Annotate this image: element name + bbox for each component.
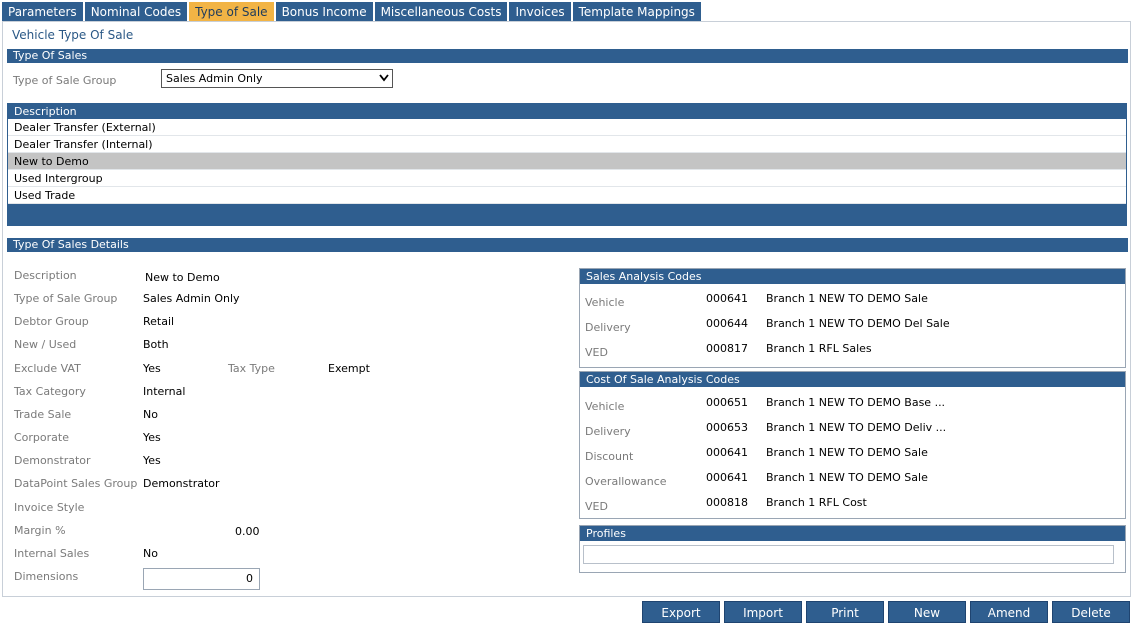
cost-vehicle-code: 000651: [706, 396, 748, 409]
demonstrator-value: Yes: [143, 454, 161, 467]
type-of-sales-details-header: Type Of Sales Details: [7, 238, 1128, 252]
page-title: Vehicle Type Of Sale: [12, 28, 134, 42]
sales-ved-label: VED: [585, 346, 608, 359]
cost-of-sale-analysis-codes-header: Cost Of Sale Analysis Codes: [580, 372, 1125, 387]
demonstrator-label: Demonstrator: [14, 454, 91, 467]
cost-overallowance-desc: Branch 1 NEW TO DEMO Sale: [766, 471, 928, 484]
margin-value: 0.00: [235, 525, 260, 538]
import-button[interactable]: Import: [724, 601, 802, 623]
debtor-group-label: Debtor Group: [14, 315, 89, 328]
new-used-label: New / Used: [14, 338, 77, 351]
cost-ved-label: VED: [585, 500, 608, 513]
cost-delivery-desc: Branch 1 NEW TO DEMO Deliv ...: [766, 421, 947, 434]
debtor-group-value: Retail: [143, 315, 175, 328]
sales-vehicle-desc: Branch 1 NEW TO DEMO Sale: [766, 292, 928, 305]
margin-label: Margin %: [14, 524, 66, 537]
chevron-down-icon: [379, 74, 389, 82]
tax-type-value: Exempt: [328, 362, 370, 375]
cost-discount-desc: Branch 1 NEW TO DEMO Sale: [766, 446, 928, 459]
sales-ved-desc: Branch 1 RFL Sales: [766, 342, 872, 355]
tax-category-value: Internal: [143, 385, 186, 398]
dimensions-label: Dimensions: [14, 570, 79, 583]
new-used-value: Both: [143, 338, 169, 351]
exclude-vat-value: Yes: [143, 362, 161, 375]
print-button[interactable]: Print: [806, 601, 884, 623]
tab-miscellaneous-costs[interactable]: Miscellaneous Costs: [374, 2, 508, 22]
new-button[interactable]: New: [888, 601, 966, 623]
type-of-sale-list: Description Dealer Transfer (External) D…: [7, 103, 1127, 226]
dimensions-input[interactable]: 0: [143, 568, 260, 590]
type-of-sale-group-label: Type of Sale Group: [13, 74, 117, 87]
type-of-sales-header: Type Of Sales: [7, 49, 1128, 63]
internal-sales-value: No: [143, 547, 158, 560]
tax-category-label: Tax Category: [14, 385, 86, 398]
sales-analysis-codes-header: Sales Analysis Codes: [580, 269, 1125, 284]
cost-delivery-label: Delivery: [585, 425, 631, 438]
tab-nominal-codes[interactable]: Nominal Codes: [84, 2, 188, 22]
tab-template-mappings[interactable]: Template Mappings: [572, 2, 701, 22]
cost-vehicle-desc: Branch 1 NEW TO DEMO Base ...: [766, 396, 946, 409]
exclude-vat-label: Exclude VAT: [14, 362, 81, 375]
trade-sale-label: Trade Sale: [14, 408, 72, 421]
type-of-sale-group-detail-value: Sales Admin Only: [143, 292, 240, 305]
tab-strip: Parameters Nominal Codes Type of Sale Bo…: [2, 2, 703, 22]
cost-discount-label: Discount: [585, 450, 634, 463]
type-of-sale-group-value: Sales Admin Only: [166, 72, 263, 85]
delete-button[interactable]: Delete: [1052, 601, 1130, 623]
sales-delivery-desc: Branch 1 NEW TO DEMO Del Sale: [766, 317, 950, 330]
cost-delivery-code: 000653: [706, 421, 748, 434]
description-value: New to Demo: [145, 271, 220, 284]
invoice-style-label: Invoice Style: [14, 501, 85, 514]
sales-vehicle-label: Vehicle: [585, 296, 625, 309]
list-item[interactable]: Dealer Transfer (Internal): [8, 136, 1126, 153]
export-button[interactable]: Export: [642, 601, 720, 623]
sales-vehicle-code: 000641: [706, 292, 748, 305]
internal-sales-label: Internal Sales: [14, 547, 90, 560]
profiles-header: Profiles: [580, 526, 1125, 541]
tax-type-label: Tax Type: [228, 362, 275, 375]
sales-delivery-label: Delivery: [585, 321, 631, 334]
list-item[interactable]: Used Trade: [8, 187, 1126, 204]
list-item-selected[interactable]: New to Demo: [8, 153, 1126, 170]
list-header-description: Description: [14, 105, 77, 118]
cost-overallowance-label: Overallowance: [585, 475, 667, 488]
cost-vehicle-label: Vehicle: [585, 400, 625, 413]
corporate-label: Corporate: [14, 431, 69, 444]
sales-ved-code: 000817: [706, 342, 748, 355]
trade-sale-value: No: [143, 408, 158, 421]
datapoint-sales-group-label: DataPoint Sales Group: [14, 477, 138, 490]
cost-ved-desc: Branch 1 RFL Cost: [766, 496, 867, 509]
description-label: Description: [14, 269, 77, 282]
sales-delivery-code: 000644: [706, 317, 748, 330]
list-item[interactable]: Dealer Transfer (External): [8, 119, 1126, 136]
type-of-sale-group-detail-label: Type of Sale Group: [14, 292, 118, 305]
list-body: Dealer Transfer (External) Dealer Transf…: [8, 119, 1126, 204]
cost-overallowance-code: 000641: [706, 471, 748, 484]
profiles-input[interactable]: [583, 545, 1114, 564]
tab-invoices[interactable]: Invoices: [509, 2, 571, 22]
datapoint-sales-group-value: Demonstrator: [143, 477, 220, 490]
tab-parameters[interactable]: Parameters: [2, 2, 83, 22]
type-of-sale-group-select[interactable]: Sales Admin Only: [161, 69, 393, 88]
cost-discount-code: 000641: [706, 446, 748, 459]
corporate-value: Yes: [143, 431, 161, 444]
amend-button[interactable]: Amend: [970, 601, 1048, 623]
tab-type-of-sale[interactable]: Type of Sale: [189, 2, 274, 22]
list-item[interactable]: Used Intergroup: [8, 170, 1126, 187]
tab-bonus-income[interactable]: Bonus Income: [275, 2, 373, 22]
cost-ved-code: 000818: [706, 496, 748, 509]
